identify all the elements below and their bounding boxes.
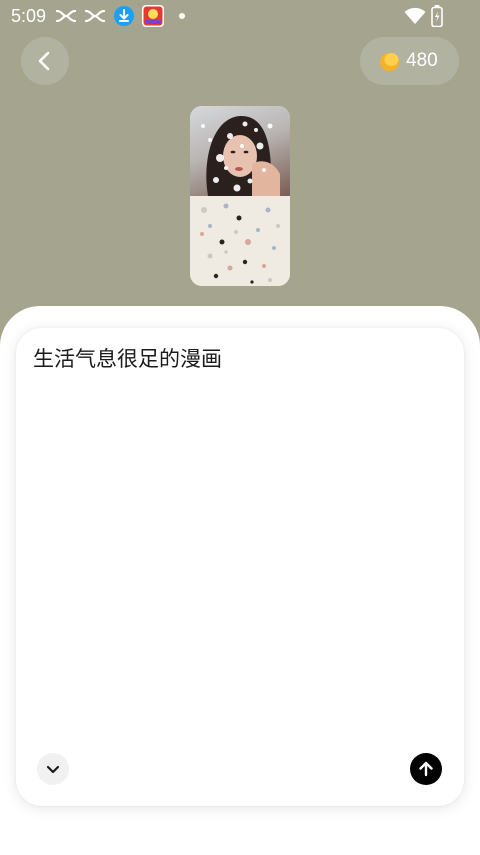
chevron-down-icon (46, 765, 60, 774)
style-preview-card (190, 106, 290, 286)
download-icon (114, 6, 134, 26)
preview-portrait-image (201, 115, 280, 196)
prompt-input[interactable]: 生活气息很足的漫画 (33, 344, 443, 374)
send-button[interactable] (410, 753, 442, 785)
coin-balance: 480 (406, 50, 438, 71)
status-time: 5:09 (11, 6, 47, 26)
battery-icon (431, 5, 443, 27)
preview-photo (190, 106, 290, 196)
notification-icon (84, 9, 106, 23)
back-button[interactable] (21, 37, 69, 85)
prompt-input-card[interactable]: 生活气息很足的漫画 (16, 328, 464, 806)
wifi-icon (404, 7, 426, 24)
collapse-button[interactable] (37, 753, 69, 785)
app-icon (142, 5, 164, 27)
notification-icon (55, 9, 77, 23)
more-notifications-dot (179, 13, 185, 19)
arrow-up-icon (419, 761, 433, 777)
preview-dots-area (190, 196, 290, 286)
coin-balance-pill[interactable]: 480 (360, 37, 459, 85)
preview-dot-pattern (200, 203, 280, 284)
status-bar: 5:09 (0, 0, 480, 32)
coin-icon (380, 53, 399, 71)
chevron-left-icon (38, 51, 50, 71)
